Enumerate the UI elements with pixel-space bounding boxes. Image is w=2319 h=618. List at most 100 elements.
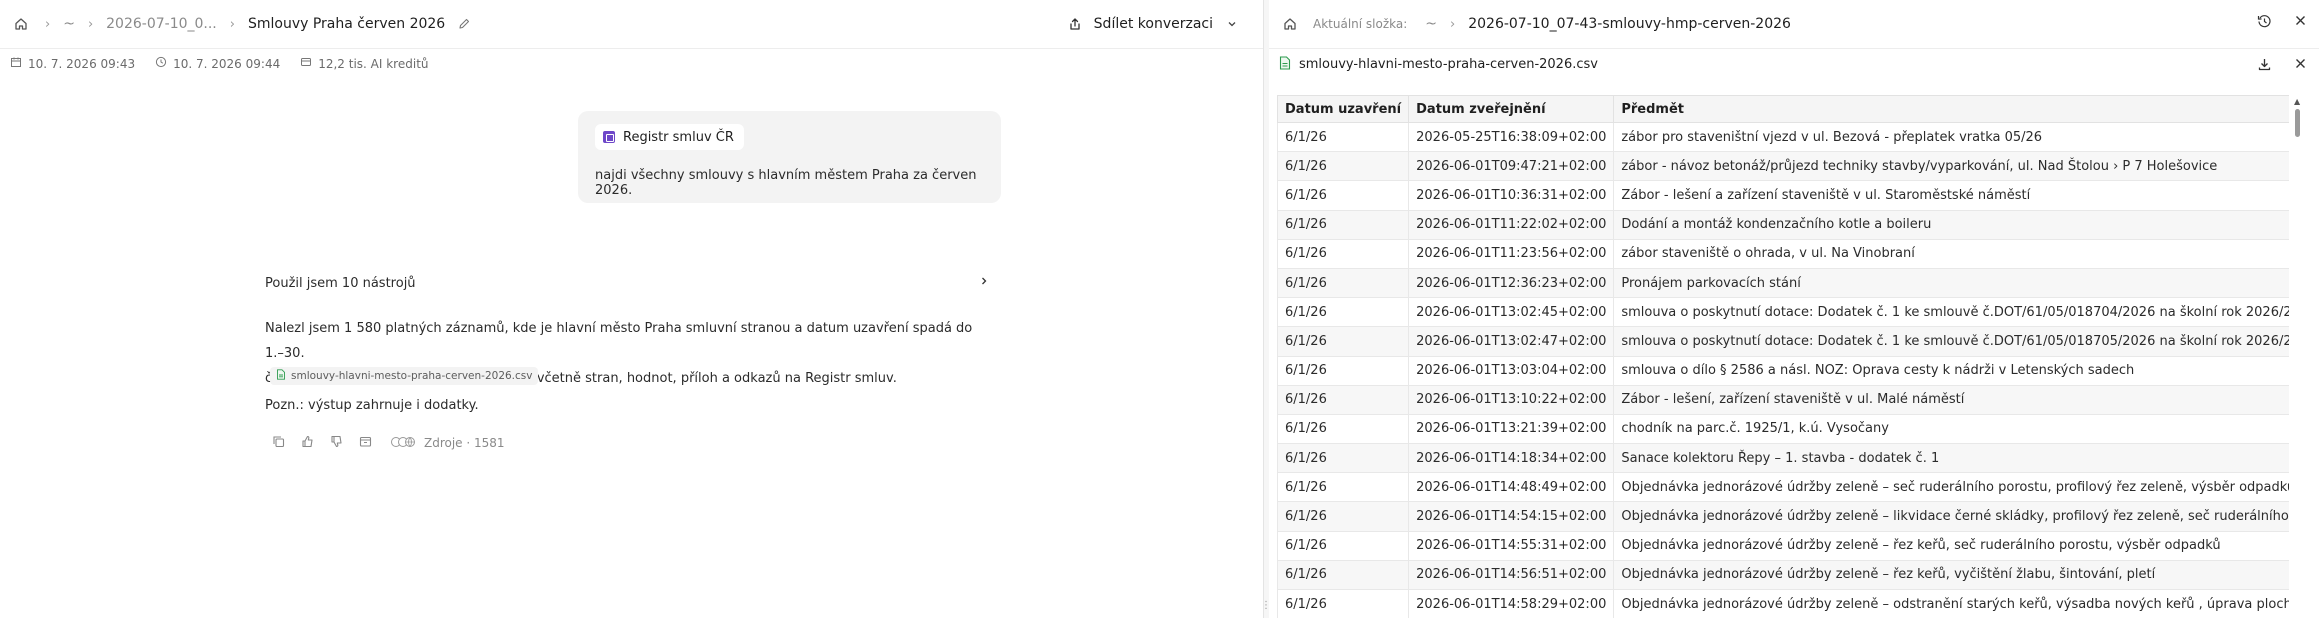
breadcrumb-home-tilde[interactable]: ~	[63, 16, 75, 32]
table-cell: 6/1/26	[1277, 209, 1410, 240]
table-scrollbar[interactable]: ▲	[2292, 95, 2304, 618]
table-cell: 2026-06-01T11:23:56+02:00	[1408, 238, 1615, 269]
table-row[interactable]: 6/1/26 2026-06-01T14:18:34+02:00 Sanace ko…	[1277, 443, 2289, 474]
updated-date: 10. 7. 2026 09:44	[155, 56, 280, 71]
csv-table-viewport[interactable]: Datum uzavření Datum zveřejnění Předmět …	[1277, 95, 2289, 618]
table-row[interactable]: 6/1/26 2026-06-01T14:58:29+02:00 Objednávk…	[1277, 588, 2289, 618]
table-row[interactable]: 6/1/26 2026-06-01T14:54:15+02:00 Objednávk…	[1277, 501, 2289, 532]
table-row[interactable]: 6/1/26 2026-06-01T09:47:21+02:00 zábor - n…	[1277, 151, 2289, 182]
table-cell: Objednávka jednorázové údržby zeleně – l…	[1613, 501, 2289, 532]
share-conversation-button[interactable]: Sdílet konverzaci	[1064, 13, 1243, 35]
chevron-down-icon	[1221, 13, 1243, 35]
csv-file-icon	[276, 369, 286, 383]
table-cell: 6/1/26	[1277, 413, 1410, 445]
created-date-text: 10. 7. 2026 09:43	[28, 56, 136, 71]
table-cell: Objednávka jednorázové údržby zeleně – o…	[1613, 588, 2289, 618]
file-name: smlouvy-hlavni-mesto-praha-cerven-2026.c…	[1299, 57, 1598, 72]
table-cell: Objednávka jednorázové údržby zeleně – ř…	[1613, 530, 2289, 561]
thumbs-up-icon[interactable]	[301, 435, 314, 451]
credits-used: 12,2 tis. AI kreditů	[300, 56, 429, 71]
tool-pill-label: Registr smluv ČR	[623, 129, 734, 145]
column-header[interactable]: Předmět	[1613, 95, 2289, 123]
csv-file-chip-label: smlouvy-hlavni-mesto-praha-cerven-2026.c…	[291, 370, 533, 382]
column-header[interactable]: Datum zveřejnění	[1408, 95, 1615, 123]
chevron-right-icon	[978, 275, 990, 291]
table-cell: 2026-06-01T14:48:49+02:00	[1408, 472, 1615, 503]
conversation-title: Smlouvy Praha červen 2026	[247, 16, 446, 32]
updated-date-text: 10. 7. 2026 09:44	[173, 56, 281, 71]
answer-line: Nalezl jsem 1 580 platných záznamů, kde …	[265, 321, 973, 361]
table-row[interactable]: 6/1/26 2026-05-25T16:38:09+02:00 zábor pro…	[1277, 121, 2289, 153]
table-cell: smlouva o poskytnutí dotace: Dodatek č. …	[1613, 326, 2289, 357]
csv-file-chip[interactable]: smlouvy-hlavni-mesto-praha-cerven-2026.c…	[270, 367, 539, 385]
share-conversation-label: Sdílet konverzaci	[1093, 16, 1213, 32]
current-folder-label: Aktuální složka:	[1313, 17, 1408, 31]
table-cell: smlouva o poskytnutí dotace: Dodatek č. …	[1613, 297, 2289, 328]
table-cell: 2026-06-01T13:02:45+02:00	[1408, 297, 1615, 328]
close-icon[interactable]	[2294, 14, 2307, 33]
table-cell: 6/1/26	[1277, 530, 1410, 561]
table-row[interactable]: 6/1/26 2026-06-01T14:55:31+02:00 Objednávk…	[1277, 530, 2289, 561]
folder-actions	[2257, 14, 2307, 33]
pencil-icon[interactable]	[453, 13, 475, 35]
table-row[interactable]: 6/1/26 2026-06-01T11:23:56+02:00 zábor sta…	[1277, 238, 2289, 269]
table-cell: 2026-06-01T14:55:31+02:00	[1408, 530, 1615, 561]
sources-button[interactable]: Zdroje · 1581	[390, 436, 505, 451]
scrollbar-thumb[interactable]	[2295, 109, 2300, 137]
table-cell: 6/1/26	[1277, 384, 1410, 415]
csv-file-icon	[1279, 55, 1291, 74]
breadcrumb-separator: ›	[1450, 16, 1456, 32]
breadcrumb-folder[interactable]: 2026-07-10_0...	[106, 16, 217, 32]
copy-icon[interactable]	[272, 435, 285, 451]
table-row[interactable]: 6/1/26 2026-06-01T11:22:02+02:00 Dodání a …	[1277, 209, 2289, 240]
table-cell: 6/1/26	[1277, 121, 1410, 153]
column-header[interactable]: Datum uzavření	[1277, 95, 1410, 123]
table-row[interactable]: 6/1/26 2026-06-01T10:36:31+02:00 Zábor - l…	[1277, 180, 2289, 211]
table-cell: 6/1/26	[1277, 297, 1410, 328]
table-row[interactable]: 6/1/26 2026-06-01T14:56:51+02:00 Objednávk…	[1277, 559, 2289, 591]
table-row[interactable]: 6/1/26 2026-06-01T13:02:45+02:00 smlouva o…	[1277, 297, 2289, 328]
table-cell: 2026-06-01T13:10:22+02:00	[1408, 384, 1615, 415]
table-cell: Pronájem parkovacích stání	[1613, 267, 2289, 299]
credits-text: 12,2 tis. AI kreditů	[318, 56, 429, 71]
user-message: Registr smluv ČR najdi všechny smlouvy s…	[578, 111, 1001, 203]
home-icon[interactable]	[1279, 13, 1301, 35]
table-cell: smlouva o dílo § 2586 a násl. NOZ: Oprav…	[1613, 355, 2289, 386]
scroll-up-arrow-icon[interactable]: ▲	[2294, 97, 2300, 106]
table-row[interactable]: 6/1/26 2026-06-01T13:02:47+02:00 smlouva o…	[1277, 326, 2289, 357]
credits-icon	[300, 56, 312, 71]
table-row[interactable]: 6/1/26 2026-06-01T12:36:23+02:00 Pronájem …	[1277, 267, 2289, 299]
tools-used-toggle[interactable]: Použil jsem 10 nástrojů	[265, 270, 990, 296]
table-cell: 6/1/26	[1277, 238, 1410, 269]
table-cell: 2026-06-01T14:54:15+02:00	[1408, 501, 1615, 532]
table-cell: 2026-06-01T10:36:31+02:00	[1408, 180, 1615, 211]
table-row[interactable]: 6/1/26 2026-06-01T14:48:49+02:00 Objednávk…	[1277, 472, 2289, 503]
file-actions	[2257, 57, 2307, 76]
registry-icon	[603, 131, 615, 143]
table-cell: 6/1/26	[1277, 151, 1410, 182]
table-row[interactable]: 6/1/26 2026-06-01T13:21:39+02:00 chodník n…	[1277, 413, 2289, 445]
table-cell: zábor staveniště o ohrada, v ul. Na Vino…	[1613, 238, 2289, 269]
table-cell: 2026-06-01T13:21:39+02:00	[1408, 413, 1615, 445]
download-icon[interactable]	[2257, 57, 2272, 76]
folder-breadcrumb-tilde[interactable]: ~	[1425, 16, 1437, 32]
home-icon[interactable]	[10, 13, 32, 35]
table-cell: 6/1/26	[1277, 355, 1410, 386]
sources-label: Zdroje · 1581	[424, 436, 505, 450]
history-icon[interactable]	[2257, 14, 2272, 33]
table-cell: 2026-06-01T09:47:21+02:00	[1408, 151, 1615, 182]
tool-pill[interactable]: Registr smluv ČR	[595, 124, 744, 150]
table-row[interactable]: 6/1/26 2026-06-01T13:03:04+02:00 smlouva o…	[1277, 355, 2289, 386]
table-cell: 6/1/26	[1277, 180, 1410, 211]
conversation-header: › ~ › 2026-07-10_0... › Smlouvy Praha če…	[0, 0, 1263, 48]
user-message-text: najdi všechny smlouvy s hlavním městem P…	[595, 168, 977, 198]
folder-path[interactable]: 2026-07-10_07-43-smlouvy-hmp-cerven-2026	[1468, 16, 1791, 32]
thumbs-down-icon[interactable]	[330, 435, 343, 451]
table-row[interactable]: 6/1/26 2026-06-01T13:10:22+02:00 Zábor - l…	[1277, 384, 2289, 415]
table-cell: 2026-06-01T12:36:23+02:00	[1408, 267, 1615, 299]
table-cell: zábor pro staveništní vjezd v ul. Bezová…	[1613, 121, 2289, 153]
created-date: 10. 7. 2026 09:43	[10, 56, 135, 71]
close-icon[interactable]	[2294, 57, 2307, 76]
save-icon[interactable]	[359, 435, 372, 451]
table-cell: Dodání a montáž kondenzačního kotle a bo…	[1613, 209, 2289, 240]
